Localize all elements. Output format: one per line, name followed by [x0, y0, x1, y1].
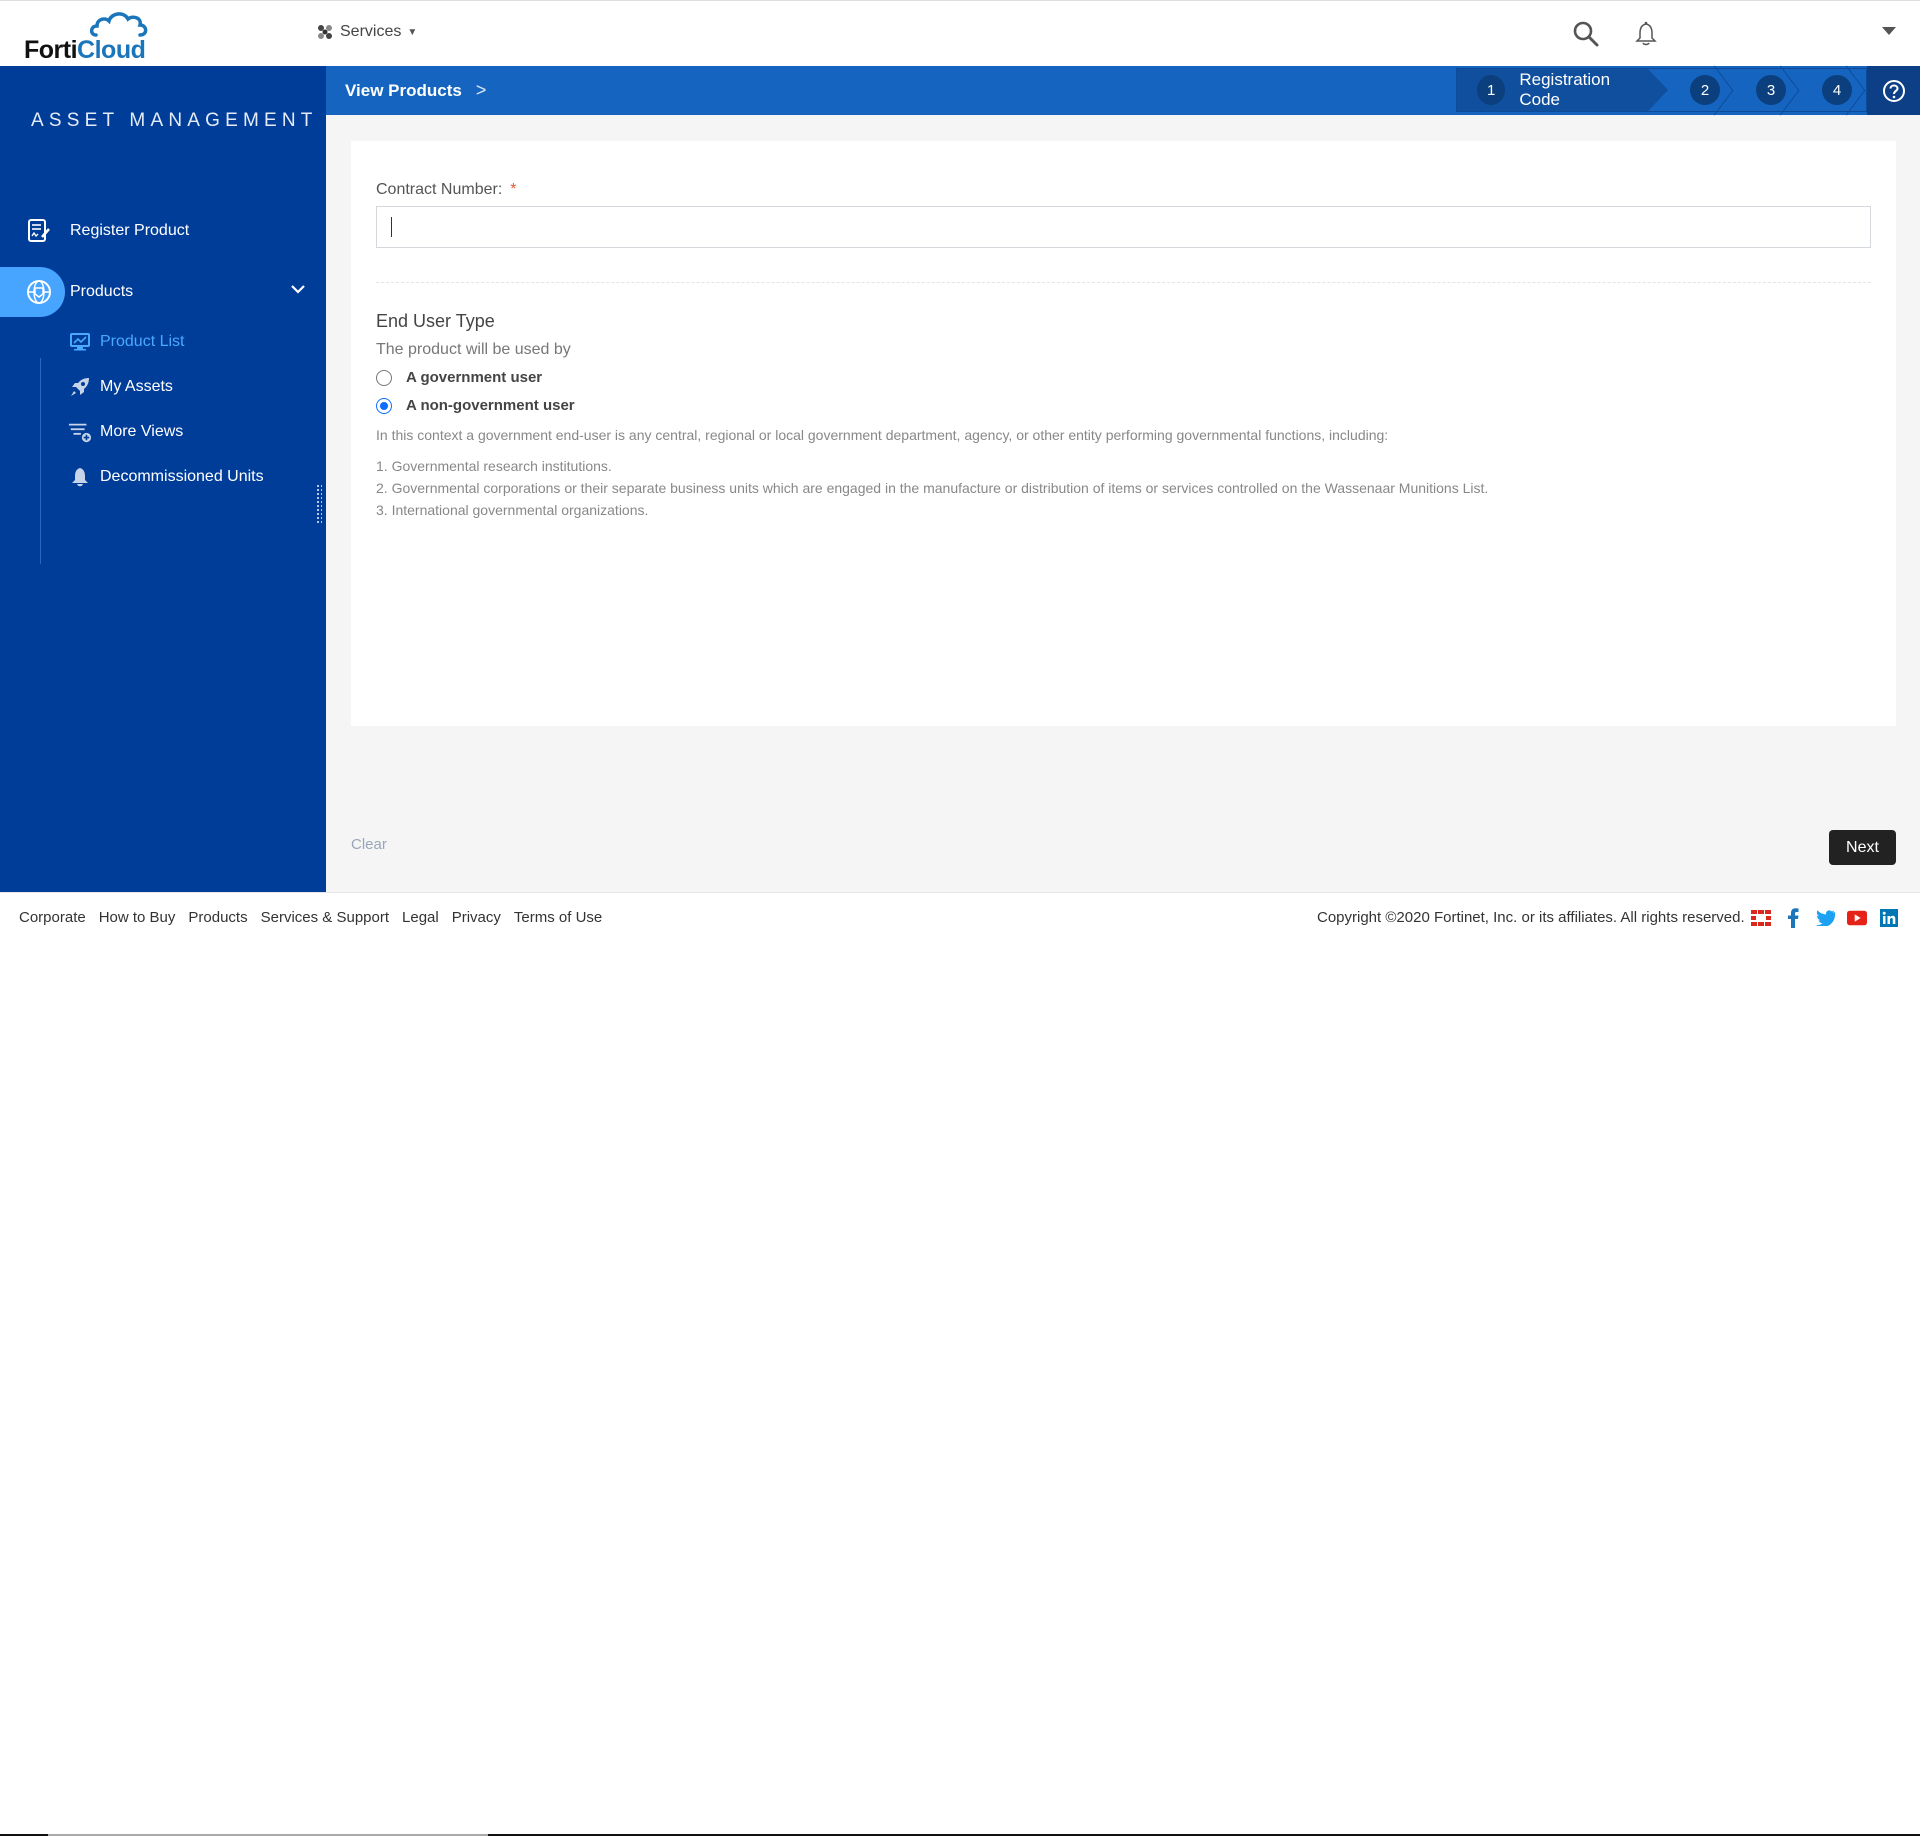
wizard-steps: 1 Registration Code 2 3 4	[1456, 68, 1867, 112]
radio-button[interactable]	[376, 397, 392, 414]
registration-form-card: Contract Number: * End User Type The prod…	[351, 141, 1896, 726]
question-circle-icon	[1882, 79, 1905, 102]
list-item: 3. International governmental organizati…	[376, 502, 649, 518]
contract-number-label: Contract Number: *	[376, 181, 517, 198]
breadcrumb-bar: View Products > 1 Registration Code 2 3 …	[326, 66, 1920, 115]
radio-government-user[interactable]: A government user	[376, 369, 542, 386]
step-label: Registration Code	[1519, 70, 1611, 109]
forticloud-logo[interactable]: FortiCloud	[24, 11, 164, 64]
sidebar-item-register-product[interactable]: Register Product	[0, 206, 326, 256]
copyright-text: Copyright ©2020 Fortinet, Inc. or its af…	[1317, 909, 1745, 926]
clear-button[interactable]: Clear	[351, 836, 387, 853]
chevron-right-icon: >	[475, 80, 487, 100]
youtube-icon[interactable]	[1847, 908, 1867, 928]
help-button[interactable]	[1867, 66, 1920, 115]
footer-link-how-to-buy[interactable]: How to Buy	[99, 909, 176, 926]
bell-icon	[68, 466, 92, 488]
top-header: FortiCloud Services ▼	[0, 0, 1920, 66]
monitor-chart-icon	[68, 331, 92, 353]
required-mark: *	[510, 181, 517, 198]
radio-non-government-user[interactable]: A non-government user	[376, 397, 575, 414]
list-item: 2. Governmental corporations or their se…	[376, 480, 1489, 496]
rocket-icon	[68, 376, 92, 398]
services-icon	[318, 25, 332, 39]
breadcrumb[interactable]: View Products >	[345, 80, 486, 101]
chevron-down-icon: ▼	[407, 26, 418, 38]
user-menu-caret-icon[interactable]	[1882, 27, 1896, 35]
footer-link-terms[interactable]: Terms of Use	[514, 909, 602, 926]
main-content: View Products > 1 Registration Code 2 3 …	[326, 66, 1920, 892]
sidebar-item-label: Register Product	[70, 222, 190, 239]
text-cursor	[391, 217, 392, 237]
sidebar-subitem-label: More Views	[100, 423, 184, 440]
sidebar-resize-handle[interactable]	[316, 484, 322, 524]
end-user-type-subtitle: The product will be used by	[376, 341, 571, 358]
sidebar-subitem-decommissioned-units[interactable]: Decommissioned Units	[68, 462, 264, 492]
step-number: 4	[1822, 75, 1852, 105]
sidebar-title: ASSET MANAGEMENT	[31, 110, 318, 131]
footer: Corporate How to Buy Products Services &…	[0, 892, 1920, 1836]
sidebar-subitem-label: Product List	[100, 333, 185, 350]
sidebar-subitem-product-list[interactable]: Product List	[68, 327, 184, 357]
wizard-step-1[interactable]: 1 Registration Code	[1457, 69, 1669, 111]
facebook-icon[interactable]	[1783, 908, 1803, 928]
list-item: 1. Governmental research institutions.	[376, 458, 612, 474]
wizard-step-4[interactable]: 4	[1800, 69, 1866, 111]
contract-number-input[interactable]	[376, 206, 1871, 248]
step-number: 2	[1690, 75, 1721, 105]
wizard-step-3[interactable]: 3	[1734, 69, 1800, 111]
government-definition-list: 1. Governmental research institutions. 2…	[376, 455, 1488, 521]
fortinet-icon[interactable]	[1751, 908, 1771, 928]
filter-plus-icon	[68, 421, 92, 443]
sidebar-subitem-my-assets[interactable]: My Assets	[68, 372, 173, 402]
submenu-guide-line	[40, 358, 41, 564]
linkedin-icon[interactable]	[1879, 908, 1899, 928]
step-number: 1	[1477, 75, 1506, 105]
government-definition-note: In this context a government end-user is…	[376, 427, 1389, 443]
register-product-icon	[26, 218, 52, 244]
sidebar-subitem-label: Decommissioned Units	[100, 468, 264, 485]
chevron-down-icon[interactable]	[290, 281, 306, 302]
next-button[interactable]: Next	[1829, 830, 1896, 865]
cloud-icon	[90, 12, 148, 37]
logo-text: FortiCloud	[24, 36, 146, 64]
radio-label: A government user	[406, 369, 543, 386]
end-user-type-title: End User Type	[376, 311, 495, 331]
sidebar-subitem-more-views[interactable]: More Views	[68, 417, 183, 447]
twitter-icon[interactable]	[1815, 908, 1835, 928]
social-links	[1751, 908, 1899, 928]
footer-link-services-support[interactable]: Services & Support	[261, 909, 389, 926]
products-globe-icon	[26, 279, 52, 305]
breadcrumb-view-products[interactable]: View Products	[345, 81, 462, 101]
bell-icon[interactable]	[1634, 21, 1660, 47]
sidebar-subitem-label: My Assets	[100, 378, 173, 395]
services-menu[interactable]: Services ▼	[316, 23, 417, 41]
footer-link-products[interactable]: Products	[188, 909, 247, 926]
section-divider	[376, 282, 1871, 283]
step-number: 3	[1756, 75, 1787, 105]
footer-link-legal[interactable]: Legal	[402, 909, 439, 926]
sidebar-item-label: Products	[70, 283, 134, 300]
footer-link-corporate[interactable]: Corporate	[19, 909, 86, 926]
radio-button[interactable]	[376, 369, 392, 386]
footer-links: Corporate How to Buy Products Services &…	[19, 909, 602, 926]
sidebar-item-products[interactable]: Products	[0, 267, 326, 317]
wizard-step-2[interactable]: 2	[1668, 69, 1734, 111]
radio-label: A non-government user	[406, 397, 575, 414]
sidebar: ASSET MANAGEMENT Register Product Produc…	[0, 66, 326, 892]
services-label: Services	[340, 23, 402, 40]
footer-link-privacy[interactable]: Privacy	[452, 909, 501, 926]
search-icon[interactable]	[1573, 21, 1599, 47]
